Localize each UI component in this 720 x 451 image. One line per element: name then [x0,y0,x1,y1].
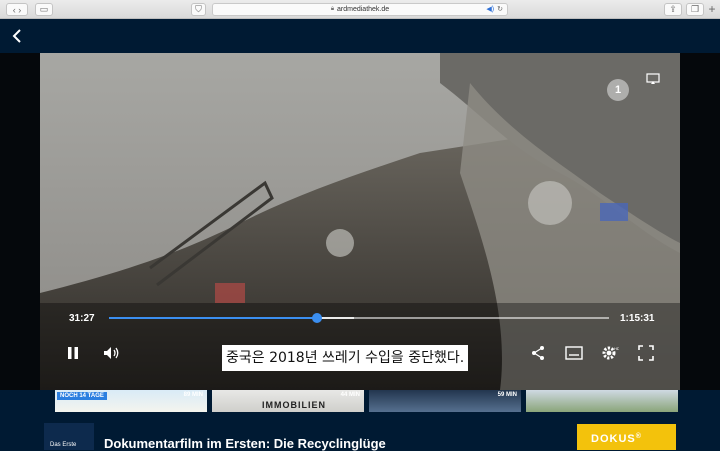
fullscreen-button[interactable] [636,343,656,363]
video-frame[interactable]: 1 31:27 1:15:31 HD [40,53,680,390]
volume-icon [104,347,119,359]
related-videos-row: NOCH 14 TAGE 89 MIN IMMOBILIEN 44 MIN 59… [0,390,720,412]
tabs-overview-icon[interactable]: ❐ [686,3,704,16]
channel-logo: 1 [607,79,629,101]
duration-label: 44 MIN [340,392,360,398]
sidebar-toggle-icon[interactable]: ▭ [35,3,53,16]
new-tab-button[interactable]: + [706,2,718,17]
lock-icon: 🔒︎ [330,6,335,12]
availability-badge: NOCH 14 TAGE [57,392,107,400]
thumbnail-text: IMMOBILIEN [262,400,326,410]
video-title[interactable]: Dokumentarfilm im Ersten: Die Recyclingl… [104,436,386,451]
reload-icon[interactable]: ↻ [497,5,503,13]
browser-back-icon[interactable]: ‹ [13,5,16,15]
video-thumbnail[interactable] [526,390,678,412]
url-text: ardmediathek.de [337,6,390,13]
player-top-bar [0,19,720,53]
pause-button[interactable] [63,343,83,363]
current-time: 31:27 [69,313,95,324]
video-scene [40,53,680,390]
share-browser-icon[interactable]: ⇪ [664,3,682,16]
settings-icon: HD [602,346,619,360]
seek-progress [109,317,317,319]
pause-icon [68,347,78,359]
cast-icon[interactable] [646,73,660,85]
share-button[interactable] [528,343,548,363]
total-time: 1:15:31 [620,313,655,324]
subtitles-button[interactable] [564,343,584,363]
video-thumbnail[interactable]: 59 MIN [369,390,521,412]
back-forward-buttons[interactable]: ‹ › [6,3,28,16]
letterbox-right [680,53,720,390]
seek-bar[interactable] [109,313,609,323]
share-icon [532,346,544,360]
svg-text:HD: HD [614,346,619,351]
fullscreen-icon [638,345,654,361]
brand-label: DOKUS [591,433,636,445]
channel-name: Das Erste [50,442,77,448]
seek-handle[interactable] [312,313,322,323]
browser-forward-icon[interactable]: › [18,5,21,15]
browser-toolbar: ‹ › ▭ ⛉ 🔒︎ ardmediathek.de ◀︎) ↻ ⇪ ❐ + [0,0,720,19]
video-info-bar: Das Erste Dokumentarfilm im Ersten: Die … [0,412,720,451]
video-thumbnail[interactable]: IMMOBILIEN 44 MIN [212,390,364,412]
dokus-brand-tile[interactable]: DOKUS® [577,424,676,450]
letterbox-left [0,53,40,390]
subtitle-caption: 중국은 2018년 쓰레기 수입을 중단했다. [222,345,469,371]
channel-logo-tile[interactable]: Das Erste [44,423,94,450]
privacy-shield-icon[interactable]: ⛉ [191,3,206,16]
video-thumbnail[interactable]: NOCH 14 TAGE 89 MIN [55,390,207,412]
duration-label: 89 MIN [183,392,203,398]
back-icon[interactable] [10,27,24,45]
address-bar[interactable]: 🔒︎ ardmediathek.de ◀︎) ↻ [212,3,508,16]
subtitles-icon [565,346,583,360]
audio-playing-icon[interactable]: ◀︎) [486,5,494,13]
volume-button[interactable] [102,343,122,363]
settings-button[interactable]: HD [600,343,620,363]
duration-label: 59 MIN [497,392,517,398]
